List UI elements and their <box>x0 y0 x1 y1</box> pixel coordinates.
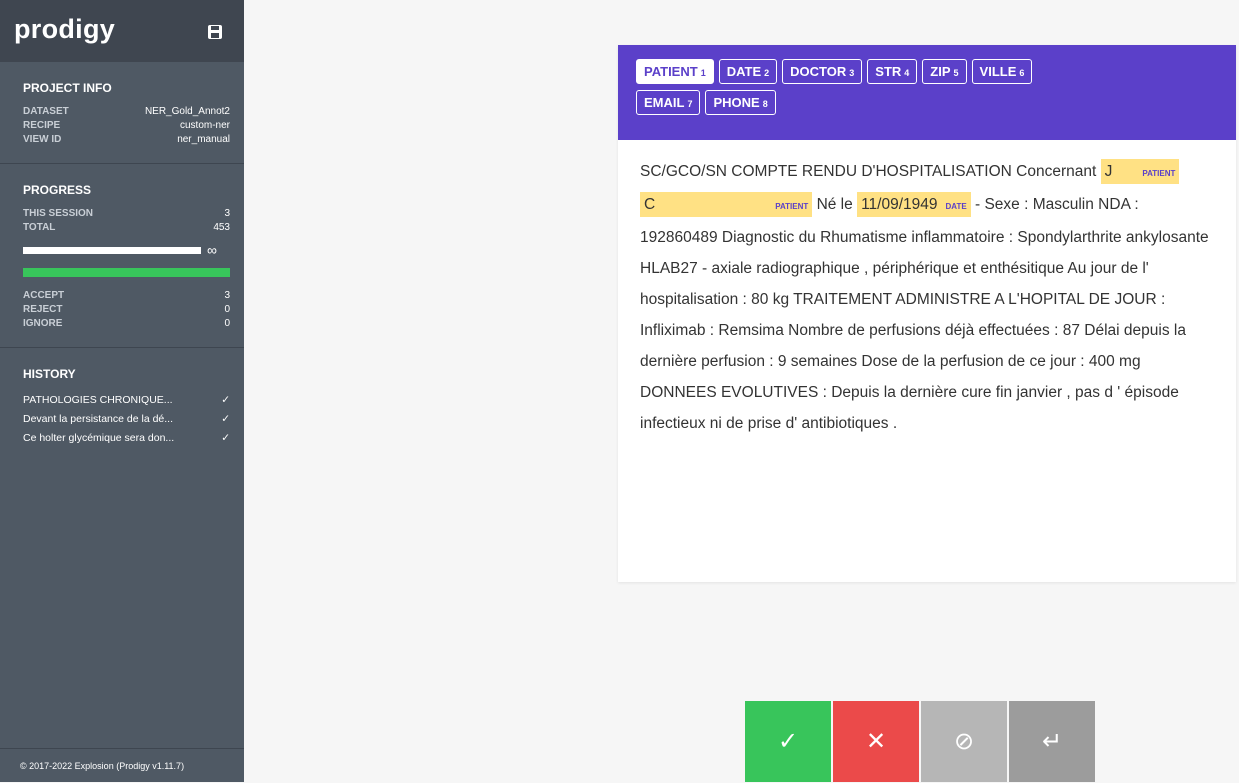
entity-patient[interactable]: J PATIENT <box>1100 159 1180 184</box>
accept-value: 3 <box>224 290 230 301</box>
label-name: EMAIL <box>644 95 685 110</box>
entity-patient[interactable]: C PATIENT <box>640 192 813 217</box>
annotation-text[interactable]: SC/GCO/SN COMPTE RENDU D'HOSPITALISATION… <box>618 140 1236 439</box>
logo-bar: prodigy <box>0 0 244 62</box>
recipe-key: RECIPE <box>23 120 61 131</box>
project-info: PROJECT INFO DATASET NER_Gold_Annot2 RECI… <box>0 62 244 164</box>
label-zip[interactable]: ZIP 5 <box>922 59 967 84</box>
label-key: 6 <box>1019 68 1025 78</box>
history-item-text: Ce holter glycémique sera don... <box>23 432 175 444</box>
infinity-icon: ∞ <box>207 242 217 258</box>
label-doctor[interactable]: DOCTOR 3 <box>782 59 863 84</box>
annotation-card: PATIENT 1 DATE 2 DOCTOR 3 STR 4 ZIP 5 VILLE 6 EMAIL… <box>618 45 1236 582</box>
entity-date[interactable]: 11/09/1949 DATE <box>857 192 971 217</box>
label-key: 5 <box>953 68 959 78</box>
progress-title: PROGRESS <box>23 183 92 197</box>
label-str[interactable]: STR 4 <box>867 59 918 84</box>
history-item[interactable]: Ce holter glycémique sera don... ✓ <box>23 429 230 448</box>
check-icon: ✓ <box>221 432 230 444</box>
history-title: HISTORY <box>23 367 76 381</box>
accept-key: ACCEPT <box>23 290 65 301</box>
this-session-row: THIS SESSION 3 <box>23 207 230 221</box>
label-key: 8 <box>762 99 768 109</box>
reject-button[interactable]: ✕ <box>833 701 919 782</box>
action-bar: ✓ ✕ ⊘ ↵ <box>745 701 1097 782</box>
ignore-row: IGNORE 0 <box>23 317 230 331</box>
reject-row: REJECT 0 <box>23 303 230 317</box>
check-icon: ✓ <box>221 394 230 406</box>
text-segment: SC/GCO/SN COMPTE RENDU D'HOSPITALISATION… <box>640 163 1097 180</box>
undo-icon: ↵ <box>1041 728 1063 755</box>
label-name: ZIP <box>930 64 951 79</box>
entity-label: PATIENT <box>775 202 809 211</box>
entity-label: PATIENT <box>1142 169 1176 178</box>
check-icon: ✓ <box>221 413 230 425</box>
app-logo: prodigy <box>14 14 116 44</box>
undo-button[interactable]: ↵ <box>1009 701 1095 782</box>
text-segment: Né le <box>816 196 853 213</box>
label-ville[interactable]: VILLE 6 <box>971 59 1033 84</box>
progress-bar <box>23 246 201 254</box>
label-email[interactable]: EMAIL 7 <box>636 90 701 115</box>
label-key: 4 <box>904 68 910 78</box>
total-row: TOTAL 453 <box>23 221 230 235</box>
ignore-button[interactable]: ⊘ <box>921 701 1007 782</box>
label-name: DOCTOR <box>790 64 847 79</box>
ignore-value: 0 <box>224 318 230 329</box>
this-session-value: 3 <box>224 208 230 219</box>
history-item[interactable]: Devant la persistance de la dé... ✓ <box>23 410 230 429</box>
entity-text: C <box>644 196 656 213</box>
label-date[interactable]: DATE 2 <box>718 59 778 84</box>
reject-key: REJECT <box>23 304 63 315</box>
close-icon: ✕ <box>865 728 887 755</box>
history: HISTORY PATHOLOGIES CHRONIQUE... ✓ Devant… <box>0 348 244 464</box>
reject-value: 0 <box>224 304 230 315</box>
label-name: PATIENT <box>644 64 698 79</box>
view-id-row: VIEW ID ner_manual <box>23 133 230 147</box>
view-id-value: ner_manual <box>177 134 230 145</box>
history-item-text: Devant la persistance de la dé... <box>23 413 174 425</box>
ignore-icon: ⊘ <box>953 728 975 755</box>
entity-text: 11/09/1949 <box>861 196 938 213</box>
label-key: 1 <box>700 68 706 78</box>
view-id-key: VIEW ID <box>23 134 62 145</box>
footer: © 2017-2022 Explosion (Prodigy v1.11.7) <box>0 748 244 782</box>
label-name: PHONE <box>713 95 760 110</box>
dataset-key: DATASET <box>23 106 69 117</box>
dataset-value: NER_Gold_Annot2 <box>144 106 230 117</box>
progress: PROGRESS THIS SESSION 3 TOTAL 453 ∞ ACCEPT… <box>0 164 244 348</box>
accept-button[interactable]: ✓ <box>745 701 831 782</box>
check-icon: ✓ <box>777 728 799 755</box>
label-phone[interactable]: PHONE 8 <box>705 90 776 115</box>
label-name: DATE <box>726 64 762 79</box>
accept-row: ACCEPT 3 <box>23 289 230 303</box>
label-name: STR <box>875 64 902 79</box>
text-segment: - Sexe : Masculin NDA : 192860489 Diagno… <box>640 196 1209 432</box>
label-name: VILLE <box>979 64 1017 79</box>
label-key: 3 <box>849 68 855 78</box>
save-icon[interactable] <box>208 25 222 39</box>
sidebar: prodigy PROJECT INFO DATASET NER_Gold_Ann… <box>0 0 244 782</box>
entity-label: DATE <box>945 202 967 211</box>
label-patient[interactable]: PATIENT 1 <box>636 59 714 84</box>
total-key: TOTAL <box>23 222 56 233</box>
label-key: 2 <box>764 68 770 78</box>
ignore-key: IGNORE <box>23 318 63 329</box>
label-bar: PATIENT 1 DATE 2 DOCTOR 3 STR 4 ZIP 5 VILLE 6 EMAIL… <box>618 45 1236 140</box>
history-item[interactable]: PATHOLOGIES CHRONIQUE... ✓ <box>23 391 230 410</box>
recipe-row: RECIPE custom-ner <box>23 119 230 133</box>
label-key: 7 <box>687 99 693 109</box>
recipe-value: custom-ner <box>179 120 230 131</box>
dataset-row: DATASET NER_Gold_Annot2 <box>23 105 230 119</box>
entity-text: J <box>1104 163 1113 180</box>
accept-ratio-bar <box>23 268 230 277</box>
project-info-title: PROJECT INFO <box>23 81 112 95</box>
this-session-key: THIS SESSION <box>23 208 94 219</box>
total-value: 453 <box>213 222 230 233</box>
progress-bar-wrap: ∞ <box>23 242 230 258</box>
history-item-text: PATHOLOGIES CHRONIQUE... <box>23 394 173 406</box>
